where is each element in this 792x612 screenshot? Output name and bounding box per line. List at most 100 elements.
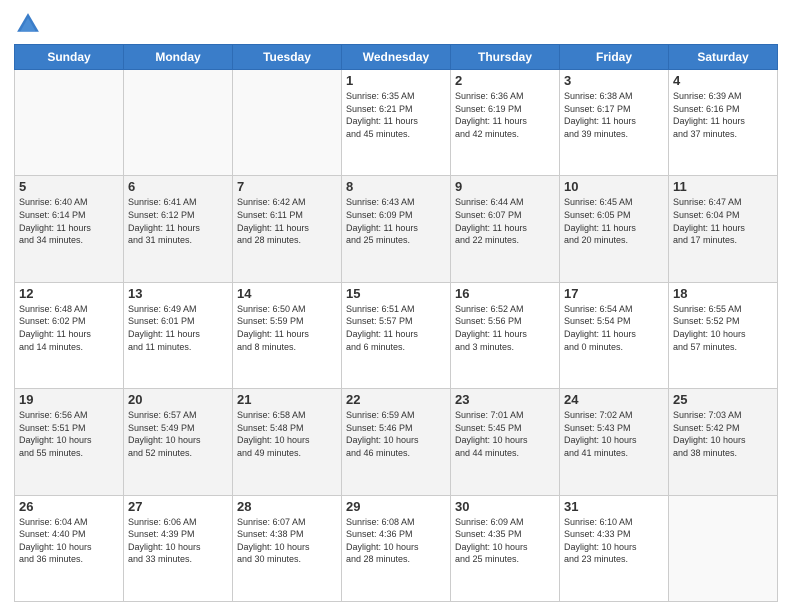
- day-number: 16: [455, 286, 555, 301]
- day-info: Sunrise: 6:52 AM Sunset: 5:56 PM Dayligh…: [455, 303, 555, 353]
- day-info: Sunrise: 7:02 AM Sunset: 5:43 PM Dayligh…: [564, 409, 664, 459]
- day-info: Sunrise: 6:41 AM Sunset: 6:12 PM Dayligh…: [128, 196, 228, 246]
- day-info: Sunrise: 6:48 AM Sunset: 6:02 PM Dayligh…: [19, 303, 119, 353]
- day-number: 23: [455, 392, 555, 407]
- calendar-cell: 21Sunrise: 6:58 AM Sunset: 5:48 PM Dayli…: [233, 389, 342, 495]
- day-info: Sunrise: 6:57 AM Sunset: 5:49 PM Dayligh…: [128, 409, 228, 459]
- calendar-cell: 14 Sunrise: 6:50 AM Sunset: 5:59 PM Dayli…: [233, 282, 342, 388]
- th-thursday: Thursday: [451, 45, 560, 70]
- calendar: Sunday Monday Tuesday Wednesday Thursday…: [14, 44, 778, 602]
- day-info: Sunrise: 6:35 AM Sunset: 6:21 PM Dayligh…: [346, 90, 446, 140]
- calendar-cell: 15Sunrise: 6:51 AM Sunset: 5:57 PM Dayli…: [342, 282, 451, 388]
- day-number: 26: [19, 499, 119, 514]
- calendar-cell: 18 Sunrise: 6:55 AM Sunset: 5:52 PM Dayli…: [669, 282, 778, 388]
- day-number: 10: [564, 179, 664, 194]
- calendar-cell: 10 Sunrise: 6:45 AM Sunset: 6:05 PM Dayli…: [560, 176, 669, 282]
- th-friday: Friday: [560, 45, 669, 70]
- day-info: Sunrise: 7:01 AM Sunset: 5:45 PM Dayligh…: [455, 409, 555, 459]
- calendar-cell: [15, 70, 124, 176]
- day-info: Sunrise: 6:39 AM Sunset: 6:16 PM Dayligh…: [673, 90, 773, 140]
- calendar-cell: [669, 495, 778, 601]
- th-wednesday: Wednesday: [342, 45, 451, 70]
- day-number: 8: [346, 179, 446, 194]
- calendar-cell: 16 Sunrise: 6:52 AM Sunset: 5:56 PM Dayli…: [451, 282, 560, 388]
- day-number: 2: [455, 73, 555, 88]
- day-number: 25: [673, 392, 773, 407]
- calendar-cell: 5 Sunrise: 6:40 AM Sunset: 6:14 PM Daylig…: [15, 176, 124, 282]
- day-info: Sunrise: 6:55 AM Sunset: 5:52 PM Dayligh…: [673, 303, 773, 353]
- day-number: 27: [128, 499, 228, 514]
- day-number: 5: [19, 179, 119, 194]
- th-sunday: Sunday: [15, 45, 124, 70]
- day-info: Sunrise: 7:03 AM Sunset: 5:42 PM Dayligh…: [673, 409, 773, 459]
- day-number: 31: [564, 499, 664, 514]
- header: [14, 10, 778, 38]
- day-info: Sunrise: 6:08 AM Sunset: 4:36 PM Dayligh…: [346, 516, 446, 566]
- day-number: 4: [673, 73, 773, 88]
- calendar-cell: 27 Sunrise: 6:06 AM Sunset: 4:39 PM Dayli…: [124, 495, 233, 601]
- day-number: 19: [19, 392, 119, 407]
- day-info: Sunrise: 6:49 AM Sunset: 6:01 PM Dayligh…: [128, 303, 228, 353]
- calendar-cell: 7 Sunrise: 6:42 AM Sunset: 6:11 PM Daylig…: [233, 176, 342, 282]
- day-number: 21: [237, 392, 337, 407]
- day-info: Sunrise: 6:06 AM Sunset: 4:39 PM Dayligh…: [128, 516, 228, 566]
- th-monday: Monday: [124, 45, 233, 70]
- day-info: Sunrise: 6:54 AM Sunset: 5:54 PM Dayligh…: [564, 303, 664, 353]
- calendar-cell: 4 Sunrise: 6:39 AM Sunset: 6:16 PM Daylig…: [669, 70, 778, 176]
- calendar-week-row: 12 Sunrise: 6:48 AM Sunset: 6:02 PM Dayli…: [15, 282, 778, 388]
- calendar-cell: 13Sunrise: 6:49 AM Sunset: 6:01 PM Dayli…: [124, 282, 233, 388]
- calendar-cell: 23 Sunrise: 7:01 AM Sunset: 5:45 PM Dayli…: [451, 389, 560, 495]
- calendar-cell: 30 Sunrise: 6:09 AM Sunset: 4:35 PM Dayli…: [451, 495, 560, 601]
- day-number: 6: [128, 179, 228, 194]
- page: Sunday Monday Tuesday Wednesday Thursday…: [0, 0, 792, 612]
- calendar-cell: 28 Sunrise: 6:07 AM Sunset: 4:38 PM Dayli…: [233, 495, 342, 601]
- day-info: Sunrise: 6:50 AM Sunset: 5:59 PM Dayligh…: [237, 303, 337, 353]
- th-saturday: Saturday: [669, 45, 778, 70]
- day-info: Sunrise: 6:43 AM Sunset: 6:09 PM Dayligh…: [346, 196, 446, 246]
- day-info: Sunrise: 6:59 AM Sunset: 5:46 PM Dayligh…: [346, 409, 446, 459]
- day-number: 24: [564, 392, 664, 407]
- weekday-header-row: Sunday Monday Tuesday Wednesday Thursday…: [15, 45, 778, 70]
- calendar-cell: 26Sunrise: 6:04 AM Sunset: 4:40 PM Dayli…: [15, 495, 124, 601]
- th-tuesday: Tuesday: [233, 45, 342, 70]
- day-info: Sunrise: 6:42 AM Sunset: 6:11 PM Dayligh…: [237, 196, 337, 246]
- day-info: Sunrise: 6:07 AM Sunset: 4:38 PM Dayligh…: [237, 516, 337, 566]
- day-info: Sunrise: 6:45 AM Sunset: 6:05 PM Dayligh…: [564, 196, 664, 246]
- day-number: 18: [673, 286, 773, 301]
- calendar-cell: 24 Sunrise: 7:02 AM Sunset: 5:43 PM Dayli…: [560, 389, 669, 495]
- day-number: 1: [346, 73, 446, 88]
- calendar-cell: 6 Sunrise: 6:41 AM Sunset: 6:12 PM Daylig…: [124, 176, 233, 282]
- day-info: Sunrise: 6:36 AM Sunset: 6:19 PM Dayligh…: [455, 90, 555, 140]
- calendar-cell: 20 Sunrise: 6:57 AM Sunset: 5:49 PM Dayli…: [124, 389, 233, 495]
- calendar-week-row: 19 Sunrise: 6:56 AM Sunset: 5:51 PM Dayli…: [15, 389, 778, 495]
- day-number: 22: [346, 392, 446, 407]
- day-info: Sunrise: 6:56 AM Sunset: 5:51 PM Dayligh…: [19, 409, 119, 459]
- day-number: 9: [455, 179, 555, 194]
- day-info: Sunrise: 6:40 AM Sunset: 6:14 PM Dayligh…: [19, 196, 119, 246]
- calendar-cell: 8 Sunrise: 6:43 AM Sunset: 6:09 PM Daylig…: [342, 176, 451, 282]
- day-number: 20: [128, 392, 228, 407]
- calendar-cell: 2 Sunrise: 6:36 AM Sunset: 6:19 PM Daylig…: [451, 70, 560, 176]
- day-number: 30: [455, 499, 555, 514]
- day-number: 12: [19, 286, 119, 301]
- calendar-cell: 31 Sunrise: 6:10 AM Sunset: 4:33 PM Dayli…: [560, 495, 669, 601]
- calendar-cell: 19 Sunrise: 6:56 AM Sunset: 5:51 PM Dayli…: [15, 389, 124, 495]
- calendar-cell: 12 Sunrise: 6:48 AM Sunset: 6:02 PM Dayli…: [15, 282, 124, 388]
- day-number: 7: [237, 179, 337, 194]
- calendar-cell: 22 Sunrise: 6:59 AM Sunset: 5:46 PM Dayli…: [342, 389, 451, 495]
- day-number: 3: [564, 73, 664, 88]
- calendar-cell: 25 Sunrise: 7:03 AM Sunset: 5:42 PM Dayli…: [669, 389, 778, 495]
- calendar-week-row: 26Sunrise: 6:04 AM Sunset: 4:40 PM Dayli…: [15, 495, 778, 601]
- logo: [14, 10, 46, 38]
- calendar-cell: 1 Sunrise: 6:35 AM Sunset: 6:21 PM Daylig…: [342, 70, 451, 176]
- day-info: Sunrise: 6:44 AM Sunset: 6:07 PM Dayligh…: [455, 196, 555, 246]
- calendar-cell: 17Sunrise: 6:54 AM Sunset: 5:54 PM Dayli…: [560, 282, 669, 388]
- calendar-cell: 11Sunrise: 6:47 AM Sunset: 6:04 PM Dayli…: [669, 176, 778, 282]
- calendar-cell: 9 Sunrise: 6:44 AM Sunset: 6:07 PM Daylig…: [451, 176, 560, 282]
- day-info: Sunrise: 6:09 AM Sunset: 4:35 PM Dayligh…: [455, 516, 555, 566]
- day-info: Sunrise: 6:10 AM Sunset: 4:33 PM Dayligh…: [564, 516, 664, 566]
- calendar-week-row: 1 Sunrise: 6:35 AM Sunset: 6:21 PM Daylig…: [15, 70, 778, 176]
- day-number: 28: [237, 499, 337, 514]
- day-number: 14: [237, 286, 337, 301]
- day-info: Sunrise: 6:38 AM Sunset: 6:17 PM Dayligh…: [564, 90, 664, 140]
